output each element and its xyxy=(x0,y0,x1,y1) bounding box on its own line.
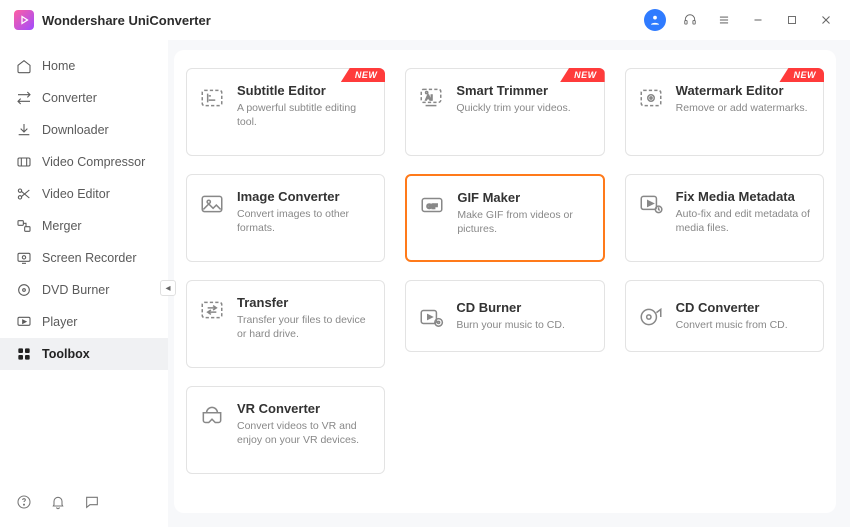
tool-desc: Convert videos to VR and enjoy on your V… xyxy=(237,419,372,447)
tool-smart-trimmer[interactable]: NEW AI Smart Trimmer Quickly trim your v… xyxy=(405,68,604,156)
maximize-button[interactable] xyxy=(782,10,802,30)
svg-text:AI: AI xyxy=(426,93,433,102)
tools-panel: NEW Subtitle Editor A powerful subtitle … xyxy=(174,50,836,513)
tool-title: Fix Media Metadata xyxy=(676,189,811,204)
disc-icon xyxy=(16,282,32,298)
tool-title: Watermark Editor xyxy=(676,83,808,98)
tools-grid: NEW Subtitle Editor A powerful subtitle … xyxy=(186,68,824,474)
sidebar-item-toolbox[interactable]: Toolbox xyxy=(0,338,168,370)
minimize-button[interactable] xyxy=(748,10,768,30)
tool-desc: Burn your music to CD. xyxy=(456,318,565,332)
sidebar-item-merger[interactable]: Merger xyxy=(0,210,168,242)
cd-convert-icon xyxy=(638,304,664,330)
collapse-sidebar-button[interactable]: ◂ xyxy=(160,280,176,296)
scissors-icon xyxy=(16,186,32,202)
sidebar-item-downloader[interactable]: Downloader xyxy=(0,114,168,146)
tool-title: VR Converter xyxy=(237,401,372,416)
titlebar-controls xyxy=(644,9,836,31)
sidebar-item-video-editor[interactable]: Video Editor xyxy=(0,178,168,210)
tool-cd-converter[interactable]: CD Converter Convert music from CD. xyxy=(625,280,824,352)
tool-fix-metadata[interactable]: Fix Media Metadata Auto-fix and edit met… xyxy=(625,174,824,262)
menu-button[interactable] xyxy=(714,10,734,30)
sidebar-item-home[interactable]: Home xyxy=(0,50,168,82)
sidebar-item-converter[interactable]: Converter xyxy=(0,82,168,114)
subtitle-icon xyxy=(199,85,225,111)
sidebar-item-player[interactable]: Player xyxy=(0,306,168,338)
notifications-button[interactable] xyxy=(50,494,66,515)
tool-desc: Make GIF from videos or pictures. xyxy=(457,208,590,236)
tool-vr-converter[interactable]: VR Converter Convert videos to VR and en… xyxy=(186,386,385,474)
tool-desc: A powerful subtitle editing tool. xyxy=(237,101,372,129)
sidebar-item-label: DVD Burner xyxy=(42,283,109,297)
sidebar-item-label: Screen Recorder xyxy=(42,251,137,265)
tool-watermark-editor[interactable]: NEW Watermark Editor Remove or add water… xyxy=(625,68,824,156)
tool-subtitle-editor[interactable]: NEW Subtitle Editor A powerful subtitle … xyxy=(186,68,385,156)
cd-burn-icon xyxy=(418,304,444,330)
sidebar-item-label: Downloader xyxy=(42,123,109,137)
recorder-icon xyxy=(16,250,32,266)
converter-icon xyxy=(16,90,32,106)
tool-desc: Quickly trim your videos. xyxy=(456,101,570,115)
sidebar-item-label: Merger xyxy=(42,219,82,233)
tool-desc: Convert images to other formats. xyxy=(237,207,372,235)
sidebar-item-label: Player xyxy=(42,315,77,329)
tool-title: Smart Trimmer xyxy=(456,83,570,98)
home-icon xyxy=(16,58,32,74)
sidebar-item-label: Toolbox xyxy=(42,347,90,361)
tool-title: Image Converter xyxy=(237,189,372,204)
toolbox-icon xyxy=(16,346,32,362)
tool-desc: Auto-fix and edit metadata of media file… xyxy=(676,207,811,235)
account-button[interactable] xyxy=(644,9,666,31)
merger-icon xyxy=(16,218,32,234)
tool-desc: Remove or add watermarks. xyxy=(676,101,808,115)
play-icon xyxy=(16,314,32,330)
titlebar: Wondershare UniConverter xyxy=(0,0,850,40)
trimmer-icon: AI xyxy=(418,85,444,111)
close-button[interactable] xyxy=(816,10,836,30)
new-badge: NEW xyxy=(779,68,824,82)
headset-support-icon[interactable] xyxy=(680,10,700,30)
new-badge: NEW xyxy=(560,68,605,82)
metadata-icon xyxy=(638,191,664,217)
app-logo-icon xyxy=(14,10,34,30)
tool-image-converter[interactable]: Image Converter Convert images to other … xyxy=(186,174,385,262)
app-title: Wondershare UniConverter xyxy=(42,13,211,28)
tool-transfer[interactable]: Transfer Transfer your files to device o… xyxy=(186,280,385,368)
tool-title: GIF Maker xyxy=(457,190,590,205)
tool-title: CD Converter xyxy=(676,300,788,315)
tool-desc: Transfer your files to device or hard dr… xyxy=(237,313,372,341)
sidebar-item-label: Home xyxy=(42,59,75,73)
sidebar-item-label: Video Editor xyxy=(42,187,110,201)
transfer-icon xyxy=(199,297,225,323)
watermark-icon xyxy=(638,85,664,111)
sidebar-item-screen-recorder[interactable]: Screen Recorder xyxy=(0,242,168,274)
svg-text:GIF: GIF xyxy=(427,203,438,210)
sidebar-item-dvd-burner[interactable]: DVD Burner xyxy=(0,274,168,306)
tool-title: Transfer xyxy=(237,295,372,310)
new-badge: NEW xyxy=(341,68,386,82)
sidebar-footer xyxy=(0,482,168,527)
sidebar: Home Converter Downloader Video Compress… xyxy=(0,40,168,527)
tool-title: CD Burner xyxy=(456,300,565,315)
help-button[interactable] xyxy=(16,494,32,515)
compressor-icon xyxy=(16,154,32,170)
tool-desc: Convert music from CD. xyxy=(676,318,788,332)
sidebar-item-label: Converter xyxy=(42,91,97,105)
tool-gif-maker[interactable]: GIF GIF Maker Make GIF from videos or pi… xyxy=(405,174,604,262)
tool-cd-burner[interactable]: CD Burner Burn your music to CD. xyxy=(405,280,604,352)
download-icon xyxy=(16,122,32,138)
gif-icon: GIF xyxy=(419,192,445,218)
feedback-button[interactable] xyxy=(84,494,100,515)
app-logo-wrap: Wondershare UniConverter xyxy=(14,10,211,30)
tool-title: Subtitle Editor xyxy=(237,83,372,98)
sidebar-item-video-compressor[interactable]: Video Compressor xyxy=(0,146,168,178)
image-icon xyxy=(199,191,225,217)
vr-icon xyxy=(199,403,225,429)
sidebar-item-label: Video Compressor xyxy=(42,155,145,169)
content-area: NEW Subtitle Editor A powerful subtitle … xyxy=(168,40,850,527)
